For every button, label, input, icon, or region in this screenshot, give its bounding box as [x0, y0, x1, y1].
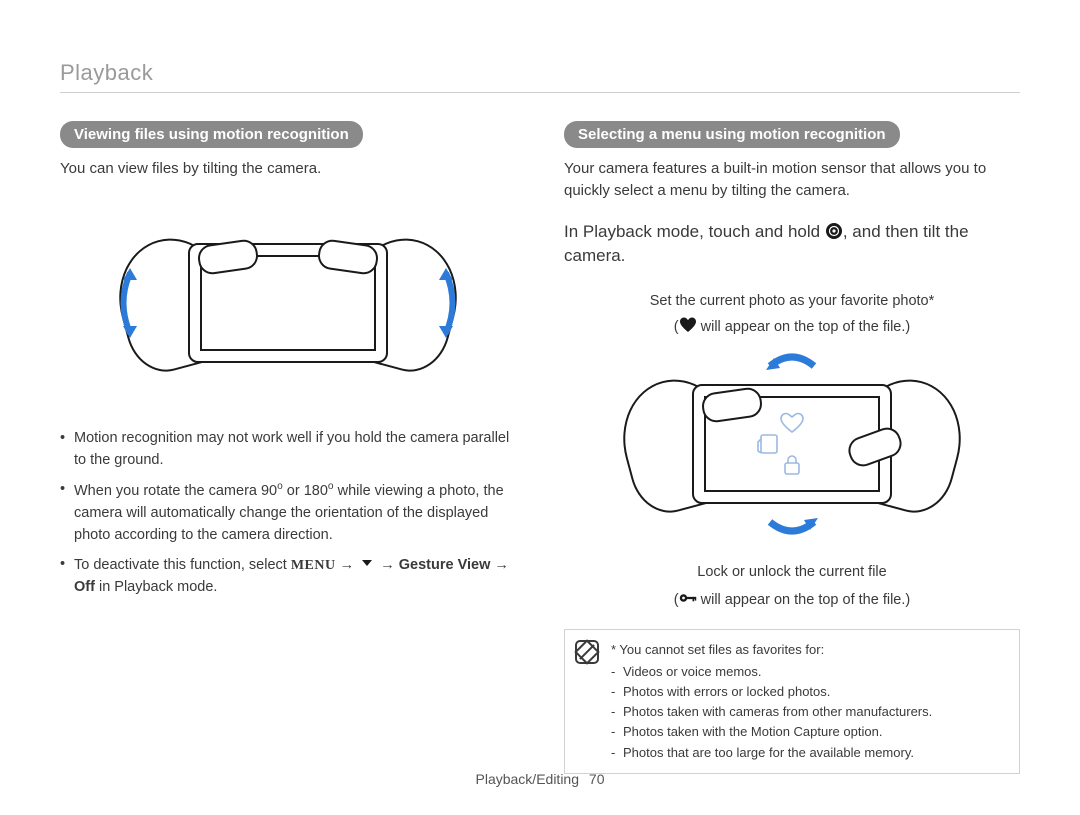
- right-column: Selecting a menu using motion recognitio…: [564, 121, 1020, 774]
- right-heading: Selecting a menu using motion recognitio…: [564, 121, 900, 148]
- note-list: Videos or voice memos. Photos with error…: [611, 662, 1005, 763]
- motion-arrow-down-icon: [762, 516, 822, 544]
- lock-caption-line1: Lock or unlock the current file: [564, 562, 1020, 583]
- lock-key-icon: [679, 589, 697, 607]
- screen-heart-icon: [779, 412, 805, 434]
- two-column-layout: Viewing files using motion recognition Y…: [60, 121, 1020, 774]
- note-icon: [575, 640, 599, 664]
- footer-section: Playback/Editing: [476, 771, 580, 787]
- note-item: Photos that are too large for the availa…: [611, 743, 1005, 763]
- favorite-caption-line1: Set the current photo as your favorite p…: [564, 291, 1020, 312]
- note-item: Photos with errors or locked photos.: [611, 682, 1005, 702]
- lock-caption-line2: ( will appear on the top of the file.): [564, 589, 1020, 611]
- favorite-caption-line2: ( will appear on the top of the file.): [564, 316, 1020, 338]
- motion-arrow-left-icon: [115, 268, 145, 338]
- left-column: Viewing files using motion recognition Y…: [60, 121, 516, 774]
- heart-icon: [679, 316, 697, 334]
- motion-arrow-right-icon: [431, 268, 461, 338]
- page-footer: Playback/Editing 70: [0, 771, 1080, 787]
- note-box: * You cannot set files as favorites for:…: [564, 629, 1020, 774]
- touch-target-icon: [825, 222, 843, 240]
- screen-lock-icon: [779, 454, 805, 476]
- bullet-item: When you rotate the camera 90o or 180o w…: [60, 479, 516, 546]
- bullet-item: Motion recognition may not work well if …: [60, 428, 516, 472]
- menu-label: MENU: [291, 558, 336, 573]
- tilt-camera-figure-right: [564, 346, 1020, 542]
- left-bullet-list: Motion recognition may not work well if …: [60, 428, 516, 599]
- left-heading: Viewing files using motion recognition: [60, 121, 363, 148]
- note-lead: * You cannot set files as favorites for:: [611, 640, 1005, 660]
- note-item: Videos or voice memos.: [611, 662, 1005, 682]
- right-intro: Your camera features a built-in motion s…: [564, 158, 1020, 202]
- left-intro: You can view files by tilting the camera…: [60, 158, 516, 180]
- tilt-camera-figure-left: [60, 198, 516, 408]
- down-arrow-icon: [358, 554, 376, 572]
- motion-arrow-up-icon: [762, 344, 822, 372]
- page-number: 70: [589, 771, 605, 787]
- screen-sdcard-icon: [756, 433, 782, 455]
- bullet-item: To deactivate this function, select MENU…: [60, 554, 516, 599]
- note-item: Photos taken with the Motion Capture opt…: [611, 722, 1005, 742]
- page-section-header: Playback: [60, 60, 1020, 93]
- note-item: Photos taken with cameras from other man…: [611, 702, 1005, 722]
- right-instruction: In Playback mode, touch and hold , and t…: [564, 220, 1020, 269]
